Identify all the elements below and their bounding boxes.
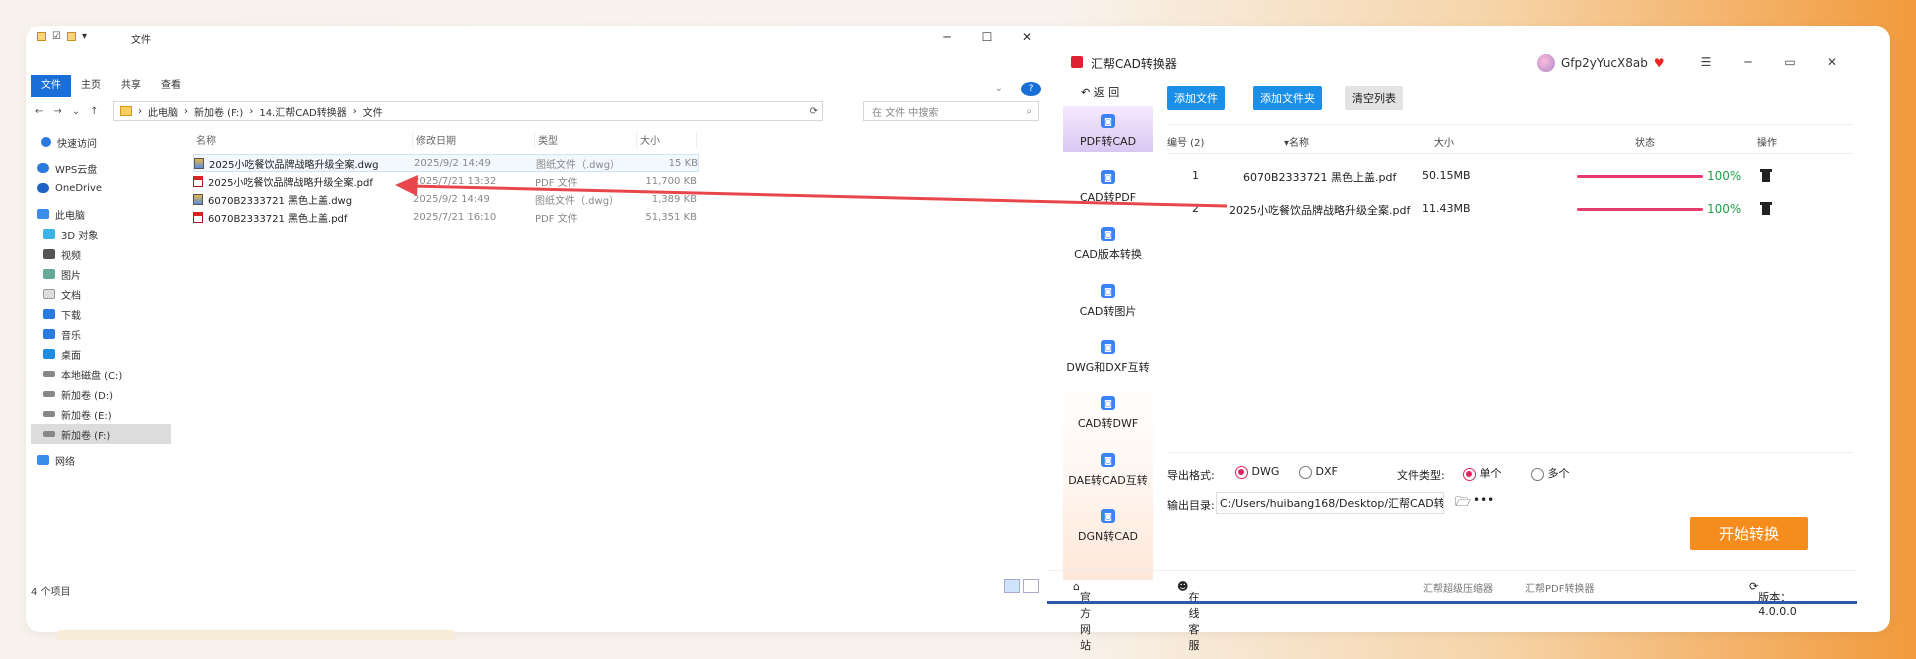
annotation-arrow bbox=[395, 175, 1228, 208]
arrow-shaft bbox=[409, 184, 1228, 208]
arrow-head bbox=[395, 175, 418, 196]
